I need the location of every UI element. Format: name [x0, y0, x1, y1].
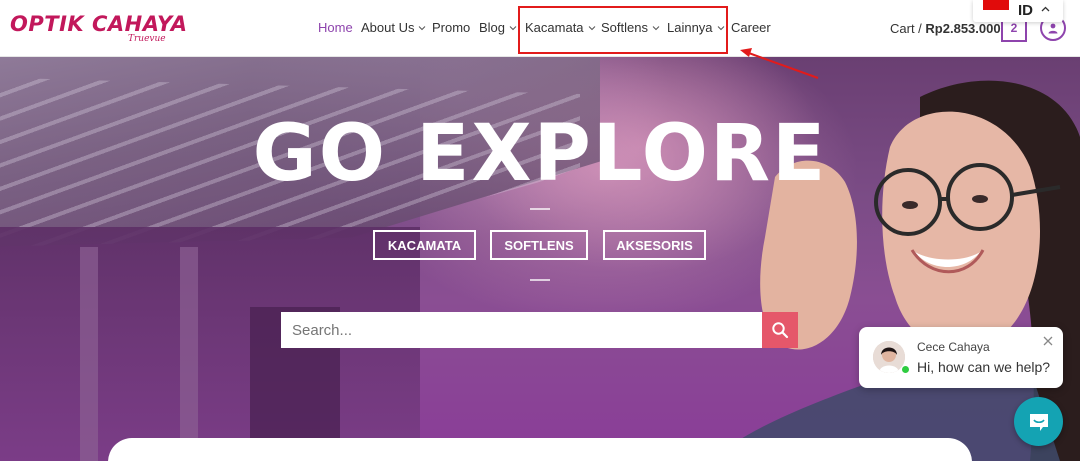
language-switcher[interactable]: ID	[973, 0, 1063, 22]
search-input[interactable]	[281, 312, 762, 348]
chevron-up-icon	[1041, 6, 1050, 12]
chat-message: Hi, how can we help?	[917, 359, 1051, 375]
nav-home-label: Home	[318, 20, 353, 35]
content-card	[108, 438, 972, 461]
chevron-down-icon	[417, 23, 427, 33]
hero-search	[281, 312, 798, 348]
site-header: OPTIK CAHAYA Truevue Home About Us Promo…	[0, 0, 1080, 57]
nav-lainnya-label: Lainnya	[667, 20, 713, 35]
site-logo[interactable]: OPTIK CAHAYA Truevue	[10, 12, 187, 46]
hero-title: GO EXPLORE	[252, 109, 828, 199]
nav-kacamata[interactable]: Kacamata	[525, 20, 597, 35]
cart-total: Rp2.853.000	[925, 21, 1001, 36]
online-status-dot	[901, 365, 910, 374]
nav-about-us[interactable]: About Us	[361, 20, 427, 35]
nav-career-label: Career	[731, 20, 771, 35]
chat-greeting-popup[interactable]: Cece Cahaya Hi, how can we help?	[859, 327, 1063, 388]
close-icon[interactable]	[1042, 335, 1054, 347]
category-button-aksesoris[interactable]: AKSESORIS	[603, 230, 706, 260]
nav-about-us-label: About Us	[361, 20, 415, 35]
logo-text: OPTIK CAHAYA	[10, 12, 188, 36]
search-button[interactable]	[762, 312, 798, 348]
language-code: ID	[1018, 2, 1033, 19]
nav-blog-label: Blog	[479, 20, 506, 35]
chevron-down-icon	[587, 23, 597, 33]
nav-home[interactable]: Home	[318, 20, 353, 35]
nav-softlens-label: Softlens	[601, 20, 648, 35]
search-icon	[772, 322, 789, 339]
agent-name: Cece Cahaya	[917, 340, 990, 354]
user-icon	[1048, 23, 1058, 34]
category-button-kacamata[interactable]: KACAMATA	[373, 230, 476, 260]
nav-career[interactable]: Career	[731, 20, 771, 35]
nav-promo-label: Promo	[432, 20, 471, 35]
indonesia-flag-icon	[983, 0, 1009, 10]
hero-banner: GO EXPLORE KACAMATA SOFTLENS AKSESORIS	[0, 57, 1080, 461]
chevron-down-icon	[716, 23, 726, 33]
nav-lainnya[interactable]: Lainnya	[667, 20, 726, 35]
hero-background-pillar	[80, 247, 98, 461]
hero-divider	[530, 279, 550, 281]
chat-launcher-button[interactable]	[1014, 397, 1063, 446]
nav-softlens[interactable]: Softlens	[601, 20, 661, 35]
chevron-down-icon	[651, 23, 661, 33]
nav-kacamata-label: Kacamata	[525, 20, 584, 35]
category-button-softlens[interactable]: SOFTLENS	[490, 230, 588, 260]
nav-promo[interactable]: Promo	[432, 20, 470, 35]
hero-divider	[530, 208, 550, 210]
cart-label: Cart /	[890, 21, 922, 36]
nav-blog[interactable]: Blog	[479, 20, 518, 35]
logo-tagline: Truevue	[128, 34, 166, 44]
hero-background-pillar	[180, 247, 198, 461]
chevron-down-icon	[508, 23, 518, 33]
chat-icon	[1029, 413, 1048, 431]
cart-link[interactable]: Cart / Rp2.853.000	[890, 21, 1001, 36]
